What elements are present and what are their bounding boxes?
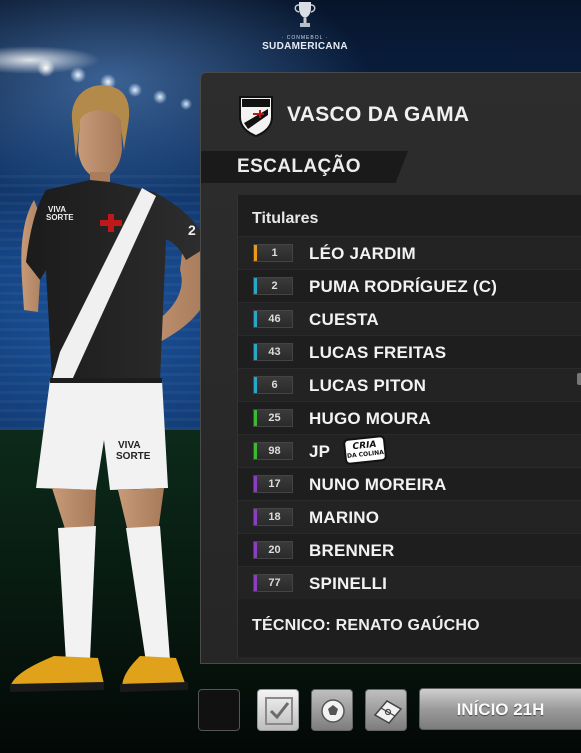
shirt-number-box: 17 xyxy=(253,475,293,493)
shirt-number: 2 xyxy=(271,280,278,292)
confirm-button[interactable] xyxy=(257,689,299,731)
position-color-bar xyxy=(254,575,257,591)
player-name: JP xyxy=(309,442,331,461)
player-row[interactable]: 1 LÉO JARDIM xyxy=(238,236,581,269)
position-color-bar xyxy=(254,476,257,492)
shirt-number-box: 25 xyxy=(253,409,293,427)
player-name: LÉO JARDIM xyxy=(309,244,416,263)
position-color-bar xyxy=(254,344,257,360)
shorts-sponsor-1: VIVA xyxy=(118,440,141,451)
position-color-bar xyxy=(254,410,257,426)
player-row[interactable]: 6 LUCAS PITON xyxy=(238,368,581,401)
pitch-icon xyxy=(373,700,403,724)
player-name: BRENNER xyxy=(309,541,395,560)
lineup-panel: VASCO DA GAMA ESCALAÇÃO Titulares 1 LÉO J… xyxy=(200,72,581,664)
shirt-number-box: 20 xyxy=(253,541,293,559)
check-icon xyxy=(265,697,293,725)
player-row[interactable]: 98 JP CRIA DA COLINA xyxy=(238,434,581,467)
position-color-bar xyxy=(254,509,257,525)
player-name: LUCAS FREITAS xyxy=(309,343,447,362)
player-row[interactable]: 18 MARINO xyxy=(238,500,581,533)
position-color-bar xyxy=(254,377,257,393)
competition-logo: · CONMEBOL · SUDAMERICANA xyxy=(250,0,360,56)
player-name: MARINO xyxy=(309,508,380,527)
position-color-bar xyxy=(254,245,257,261)
logo-name: SUDAMERICANA xyxy=(262,41,348,52)
shirt-sleeve-number: 2 xyxy=(188,222,196,238)
player-row[interactable]: 46 CUESTA xyxy=(238,302,581,335)
lineup-list: Titulares 1 LÉO JARDIM 2 PUMA RODRÍGUEZ (C)… xyxy=(237,195,581,657)
position-color-bar xyxy=(254,542,257,558)
player-row[interactable]: 2 PUMA RODRÍGUEZ (C) xyxy=(238,269,581,302)
shirt-number-box: 77 xyxy=(253,574,293,592)
shirt-number-box: 1 xyxy=(253,244,293,262)
start-match-button[interactable]: INÍCIO 21H xyxy=(419,688,581,730)
shirt-number-box: 98 xyxy=(253,442,293,460)
shirt-number: 25 xyxy=(268,412,281,424)
empty-slot-button[interactable] xyxy=(198,689,240,731)
shirt-number: 77 xyxy=(268,577,281,589)
position-color-bar xyxy=(254,311,257,327)
shirt-number-box: 46 xyxy=(253,310,293,328)
section-tab: ESCALAÇÃO xyxy=(201,151,408,183)
player-row[interactable]: 77 SPINELLI xyxy=(238,566,581,599)
shirt-sponsor-2: SORTE xyxy=(46,213,74,222)
player-row[interactable]: 17 NUNO MOREIRA xyxy=(238,467,581,500)
player-row[interactable]: 43 LUCAS FREITAS xyxy=(238,335,581,368)
shirt-number: 98 xyxy=(268,445,281,457)
position-color-bar xyxy=(254,278,257,294)
cria-da-colina-badge: CRIA DA COLINA xyxy=(342,434,388,466)
position-color-bar xyxy=(254,443,257,459)
player-name: SPINELLI xyxy=(309,574,388,593)
shirt-number-box: 2 xyxy=(253,277,293,295)
shirt-number: 20 xyxy=(268,544,281,556)
list-heading: Titulares xyxy=(252,210,319,227)
scroll-indicator[interactable] xyxy=(577,373,581,385)
shirt-number: 46 xyxy=(268,313,281,325)
tactics-button[interactable] xyxy=(365,689,407,731)
player-name: NUNO MOREIRA xyxy=(309,475,447,494)
player-name: HUGO MOURA xyxy=(309,409,431,428)
player-name: LUCAS PITON xyxy=(309,376,427,395)
shorts-sponsor-2: SORTE xyxy=(116,451,151,462)
player-row[interactable]: 25 HUGO MOURA xyxy=(238,401,581,434)
player-name: PUMA RODRÍGUEZ (C) xyxy=(309,277,498,296)
section-title: ESCALAÇÃO xyxy=(237,156,361,177)
shirt-number: 6 xyxy=(271,379,278,391)
club-name: VASCO DA GAMA xyxy=(287,103,470,126)
player-rows: 1 LÉO JARDIM 2 PUMA RODRÍGUEZ (C) 46 CUESTA 43… xyxy=(238,236,581,599)
shirt-number-box: 43 xyxy=(253,343,293,361)
shirt-number: 43 xyxy=(268,346,281,358)
shirt-number-box: 18 xyxy=(253,508,293,526)
trophy-icon xyxy=(294,2,316,27)
shirt-number-box: 6 xyxy=(253,376,293,394)
shirt-number: 17 xyxy=(268,478,281,490)
player-name: CUESTA xyxy=(309,310,379,329)
start-label: INÍCIO 21H xyxy=(456,700,545,719)
shirt-number: 18 xyxy=(268,511,281,523)
ball-icon xyxy=(321,699,345,723)
player-figure: VIVA SORTE 2 VIVA SORTE xyxy=(10,85,210,692)
vasco-crest-icon xyxy=(239,96,273,137)
player-row[interactable]: 20 BRENNER xyxy=(238,533,581,566)
ball-button[interactable] xyxy=(311,689,353,731)
coach-label: TÉCNICO: RENATO GAÚCHO xyxy=(252,617,480,634)
shirt-number: 1 xyxy=(271,247,278,259)
